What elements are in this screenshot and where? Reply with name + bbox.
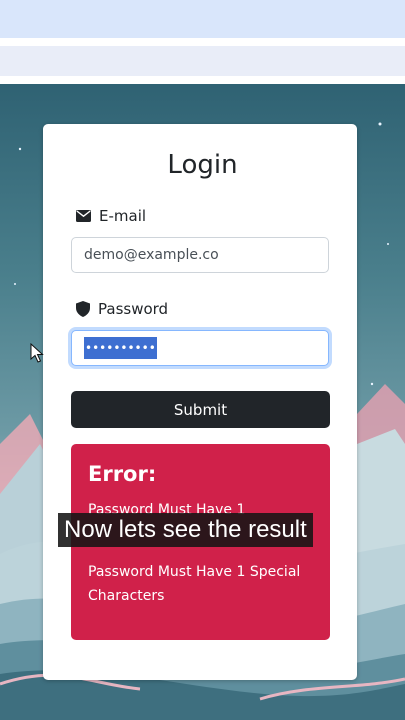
video-caption: Now lets see the result (58, 513, 313, 547)
page-title: Login (167, 150, 238, 180)
error-title: Error: (88, 462, 157, 486)
divider (0, 38, 405, 46)
password-label: Password (98, 300, 169, 318)
password-label-row: Password (76, 300, 168, 318)
envelope-icon (76, 210, 91, 222)
mouse-pointer-icon (30, 342, 44, 367)
browser-top-bar (0, 0, 405, 38)
browser-toolbar (0, 46, 405, 76)
email-value: demo@example.co (84, 247, 219, 263)
email-label: E-mail (99, 207, 147, 225)
email-label-row: E-mail (76, 207, 146, 225)
submit-button[interactable]: Submit (71, 391, 330, 428)
password-value-selected: •••••••••• (84, 337, 157, 359)
error-message: Password Must Have 1 Special Characters (88, 564, 301, 604)
shield-icon (76, 301, 90, 317)
divider (0, 76, 405, 84)
password-field[interactable]: •••••••••• (71, 330, 329, 366)
email-field[interactable]: demo@example.co (71, 237, 329, 273)
